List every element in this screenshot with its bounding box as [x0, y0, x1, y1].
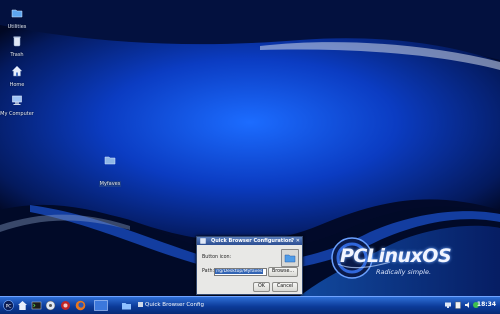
desktop-icon-my-computer[interactable]: My Computer: [0, 91, 34, 117]
desktop-icon-label: Myfaves: [98, 181, 122, 187]
home-icon: [11, 65, 23, 77]
volume-icon[interactable]: [464, 301, 472, 309]
path-label: Path:: [202, 269, 215, 274]
desktop-icon-utilities[interactable]: Utilities: [0, 4, 34, 30]
cancel-button[interactable]: Cancel: [272, 282, 298, 292]
terminal-icon[interactable]: [31, 300, 42, 311]
clipboard-icon[interactable]: [454, 301, 462, 309]
package-manager-icon[interactable]: [45, 300, 56, 311]
dialog-titlebar[interactable]: Quick Browser Configuration ? ✕: [197, 237, 302, 245]
desktop-icon-home[interactable]: Home: [0, 62, 34, 88]
folder-icon: [11, 9, 23, 18]
folder-icon: [284, 254, 296, 263]
computer-icon: [12, 95, 22, 105]
path-input[interactable]: /rg/Desktop/Myfaves: [214, 268, 267, 276]
folder-icon: [104, 156, 116, 165]
desktop-icon-label: Home: [9, 82, 25, 88]
folder-icon[interactable]: [121, 300, 132, 311]
desktop: Utilities Trash Home My Computer Myfaves: [0, 0, 500, 296]
window-controls: ? ✕: [291, 238, 300, 244]
desktop-icon-label: Trash: [10, 52, 24, 58]
button-icon-picker[interactable]: [281, 249, 299, 267]
svg-text:PC: PC: [6, 303, 12, 309]
desktop-icon-myfaves[interactable]: Myfaves: [93, 151, 127, 189]
start-menu-icon[interactable]: PC: [3, 300, 14, 311]
browse-button[interactable]: Browse...: [268, 267, 298, 277]
logo-tagline: Radically simple.: [376, 268, 432, 276]
close-icon[interactable]: ✕: [296, 238, 300, 244]
path-value: /rg/Desktop/Myfaves: [215, 269, 264, 274]
help-icon[interactable]: ?: [291, 238, 294, 244]
button-icon-label: Button icon:: [202, 255, 232, 260]
quick-browser-config-dialog: Quick Browser Configuration ? ✕ Button i…: [196, 236, 303, 295]
desktop-pager-icon[interactable]: [94, 300, 108, 311]
desktop-icon-trash[interactable]: Trash: [0, 32, 34, 58]
logo-title: PCLinuxOS: [340, 245, 452, 267]
task-label: Quick Browser Config: [145, 302, 204, 308]
settings-icon[interactable]: [60, 300, 71, 311]
task-app-icon: [138, 302, 143, 307]
clock[interactable]: 18:34: [477, 299, 496, 311]
home-icon[interactable]: [17, 300, 28, 311]
dialog-title: Quick Browser Configuration: [211, 238, 292, 244]
task-quick-browser-config[interactable]: Quick Browser Config: [138, 299, 210, 311]
ok-button[interactable]: OK: [253, 282, 270, 292]
firefox-icon[interactable]: [75, 300, 86, 311]
desktop-icon-label: My Computer: [0, 111, 34, 117]
app-icon: [200, 238, 206, 244]
network-icon[interactable]: [444, 301, 452, 309]
desktop-icon-label: Utilities: [7, 24, 27, 30]
trash-icon: [13, 36, 21, 47]
taskbar: PC Quick Browser Config 18:34: [0, 296, 500, 314]
